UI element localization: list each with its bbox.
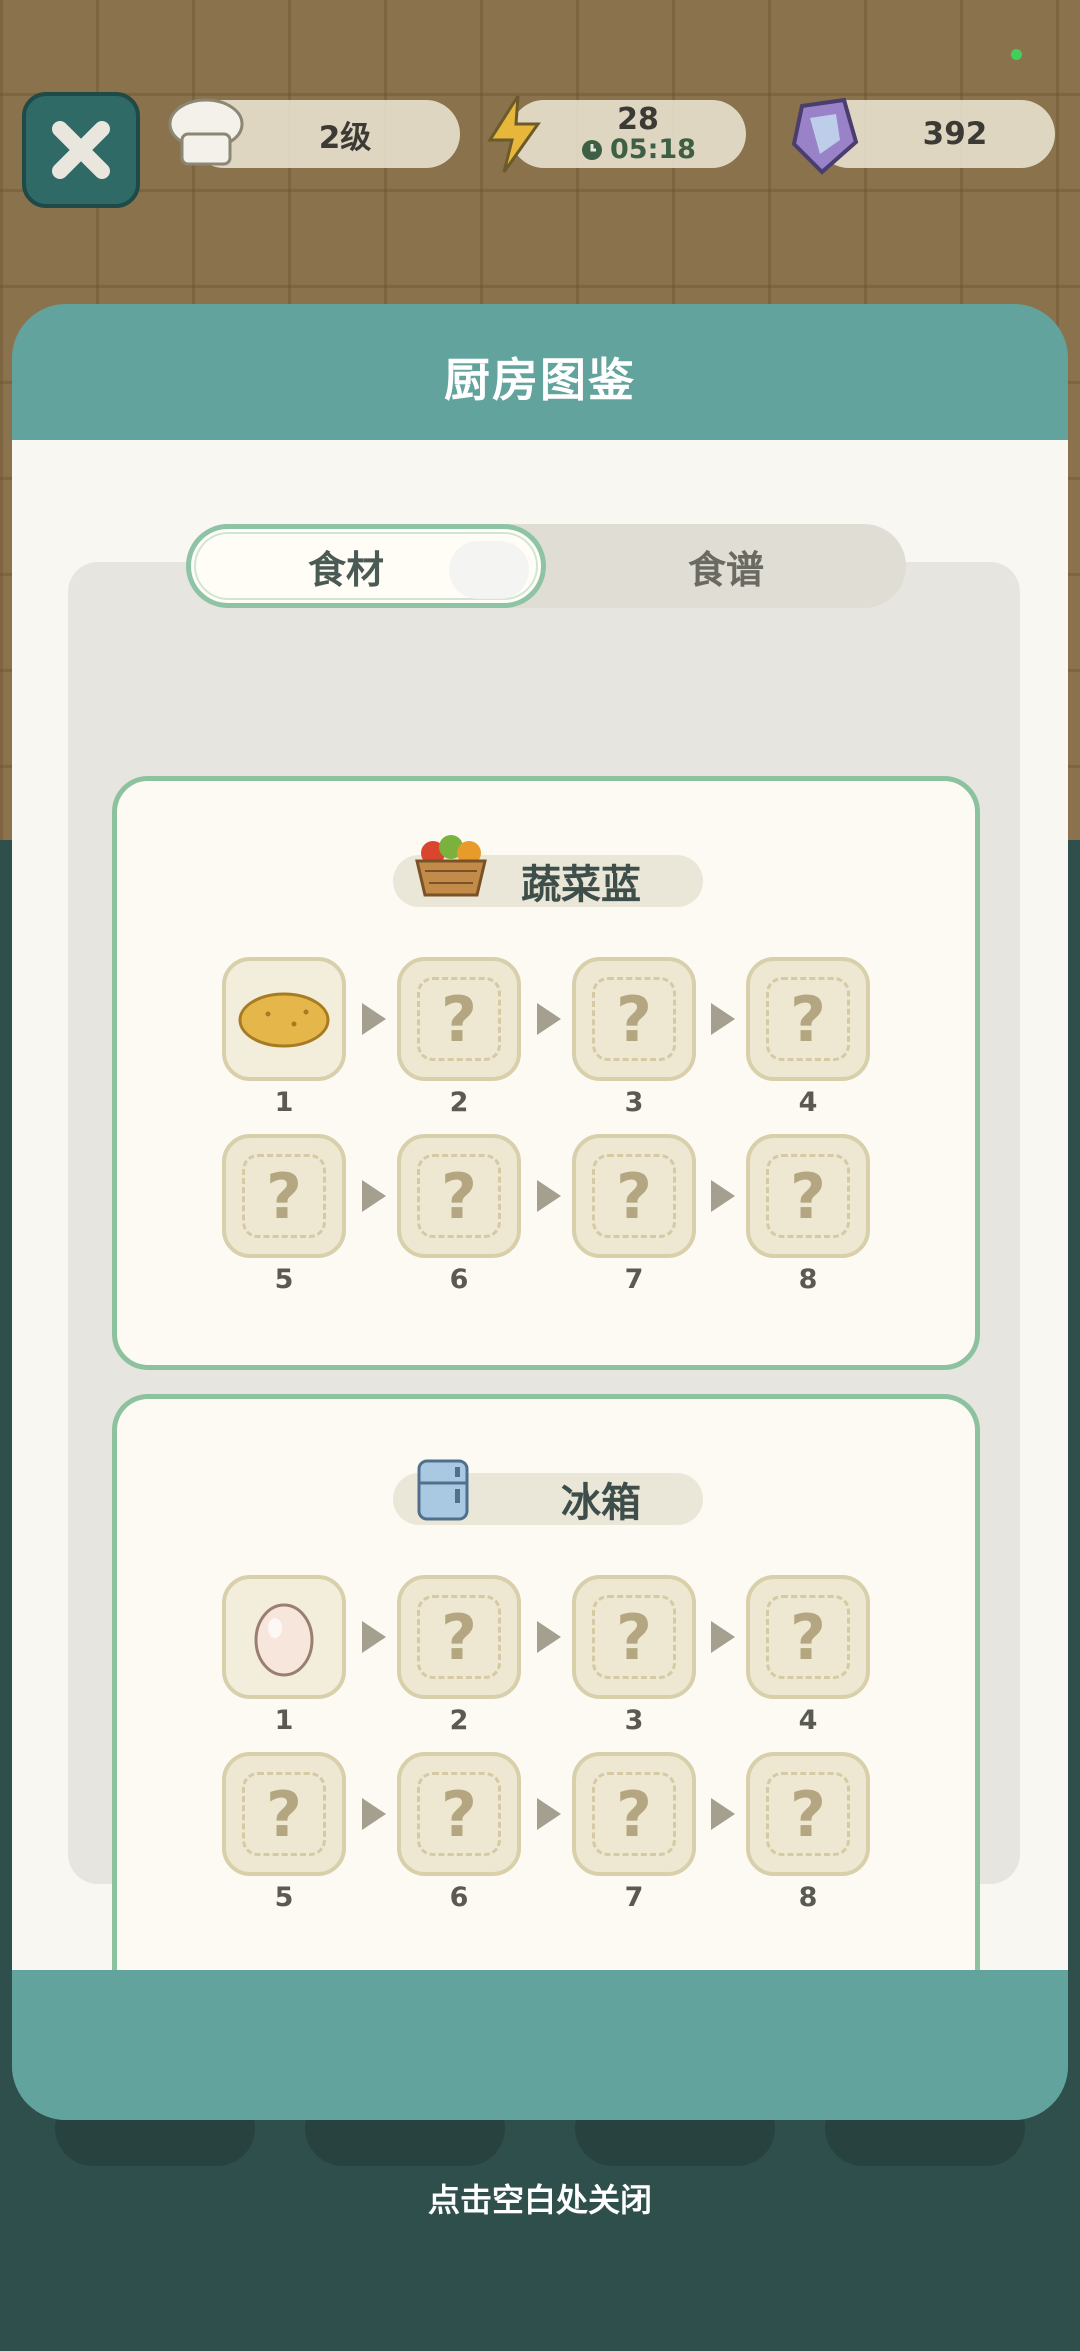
catalog-slot[interactable]: ? (397, 957, 521, 1081)
slot-number: 4 (798, 1087, 818, 1118)
section-title: 冰箱 (561, 1480, 641, 1526)
catalog-slot[interactable]: ? (572, 957, 696, 1081)
tab-recipes[interactable]: 食谱 (546, 524, 906, 608)
section-header: 蔬菜蓝 (393, 835, 703, 908)
progression-arrow (711, 1180, 735, 1212)
catalog-slot[interactable]: ? (397, 1752, 521, 1876)
locked-slot-question: ? (766, 977, 850, 1061)
catalog-slot[interactable] (222, 1575, 346, 1699)
slot-number: 3 (624, 1705, 644, 1736)
locked-slot-question: ? (417, 1595, 501, 1679)
locked-slot-question: ? (592, 977, 676, 1061)
close-icon (52, 121, 110, 179)
fridge-section: 冰箱 ? ? ? 1 2 3 4 ? ? ? ? 5 6 7 8 (112, 1394, 980, 1994)
chef-hat-icon (168, 98, 244, 166)
catalog-slot[interactable]: ? (397, 1134, 521, 1258)
gem-icon (791, 97, 859, 175)
energy-value: 28 (617, 102, 659, 138)
section-title: 蔬菜蓝 (521, 862, 641, 908)
status-indicator-dot (1011, 49, 1022, 60)
locked-slot-question: ? (766, 1154, 850, 1238)
locked-slot-question: ? (766, 1595, 850, 1679)
progression-arrow (537, 1003, 561, 1035)
slot-number: 8 (798, 1882, 818, 1913)
slot-number: 2 (449, 1087, 469, 1118)
progression-arrow (537, 1621, 561, 1653)
locked-slot-question: ? (592, 1595, 676, 1679)
locked-slot-question: ? (242, 1772, 326, 1856)
slot-number: 3 (624, 1087, 644, 1118)
catalog-slot[interactable]: ? (222, 1134, 346, 1258)
progression-arrow (362, 1180, 386, 1212)
progression-arrow (537, 1798, 561, 1830)
locked-slot-question: ? (592, 1772, 676, 1856)
tab-recipes-label: 食谱 (687, 547, 764, 592)
catalog-slot[interactable]: ? (397, 1575, 521, 1699)
catalog-slot[interactable]: ? (746, 1752, 870, 1876)
locked-slot-question: ? (417, 1154, 501, 1238)
progression-arrow (711, 1798, 735, 1830)
slot-number: 4 (798, 1705, 818, 1736)
slot-number: 7 (624, 1264, 644, 1295)
fridge-icon (417, 1459, 469, 1521)
locked-slot-question: ? (592, 1154, 676, 1238)
progression-arrow (537, 1180, 561, 1212)
clock-icon (582, 139, 603, 160)
progression-arrow (362, 1798, 386, 1830)
tab-decoration (449, 541, 529, 599)
catalog-tabs: 食材 食谱 (186, 524, 906, 608)
slot-number: 1 (274, 1705, 294, 1736)
kitchen-catalog-modal: 厨房图鉴 食材 食谱 蔬菜蓝 ? ? ? 1 2 3 4 ? ? ? ? 5 6… (12, 304, 1068, 2120)
level-label: 2级 (318, 119, 372, 156)
catalog-slot[interactable]: ? (572, 1752, 696, 1876)
progression-arrow (362, 1003, 386, 1035)
tab-ingredients[interactable]: 食材 (186, 524, 546, 608)
egg-icon (254, 1603, 314, 1677)
tap-to-close-hint[interactable]: 点击空白处关闭 (0, 2175, 1080, 2221)
slot-number: 6 (449, 1882, 469, 1913)
slot-number: 5 (274, 1882, 294, 1913)
slot-number: 2 (449, 1705, 469, 1736)
gem-value: 392 (922, 116, 988, 152)
catalog-slot[interactable] (222, 957, 346, 1081)
progression-arrow (711, 1621, 735, 1653)
section-header: 冰箱 (393, 1459, 703, 1526)
catalog-slot[interactable]: ? (222, 1752, 346, 1876)
slot-number: 8 (798, 1264, 818, 1295)
slot-number: 5 (274, 1264, 294, 1295)
modal-body: 食材 食谱 蔬菜蓝 ? ? ? 1 2 3 4 ? ? ? ? 5 6 7 8 … (12, 440, 1068, 1994)
locked-slot-question: ? (417, 1772, 501, 1856)
vegetable-basket-icon (415, 835, 487, 897)
progression-arrow (362, 1621, 386, 1653)
locked-slot-question: ? (766, 1772, 850, 1856)
vegetable-basket-section: 蔬菜蓝 ? ? ? 1 2 3 4 ? ? ? ? 5 6 7 8 (112, 776, 980, 1370)
slot-number: 7 (624, 1882, 644, 1913)
energy-timer: 05:18 (580, 133, 696, 165)
energy-timer-text: 05:18 (610, 133, 696, 165)
catalog-slot[interactable]: ? (572, 1575, 696, 1699)
catalog-slot[interactable]: ? (572, 1134, 696, 1258)
slot-number: 1 (274, 1087, 294, 1118)
close-button[interactable] (22, 92, 140, 208)
modal-title: 厨房图鉴 (444, 353, 636, 407)
lightning-icon (487, 95, 541, 173)
modal-footer (12, 1970, 1068, 2120)
catalog-slot[interactable]: ? (746, 957, 870, 1081)
catalog-slot[interactable]: ? (746, 1134, 870, 1258)
slot-number: 6 (449, 1264, 469, 1295)
potato-icon (238, 992, 330, 1048)
energy-display: 28 05:18 (510, 100, 746, 168)
tab-ingredients-label: 食材 (307, 547, 384, 592)
locked-slot-question: ? (242, 1154, 326, 1238)
progression-arrow (711, 1003, 735, 1035)
locked-slot-question: ? (417, 977, 501, 1061)
catalog-slot[interactable]: ? (746, 1575, 870, 1699)
